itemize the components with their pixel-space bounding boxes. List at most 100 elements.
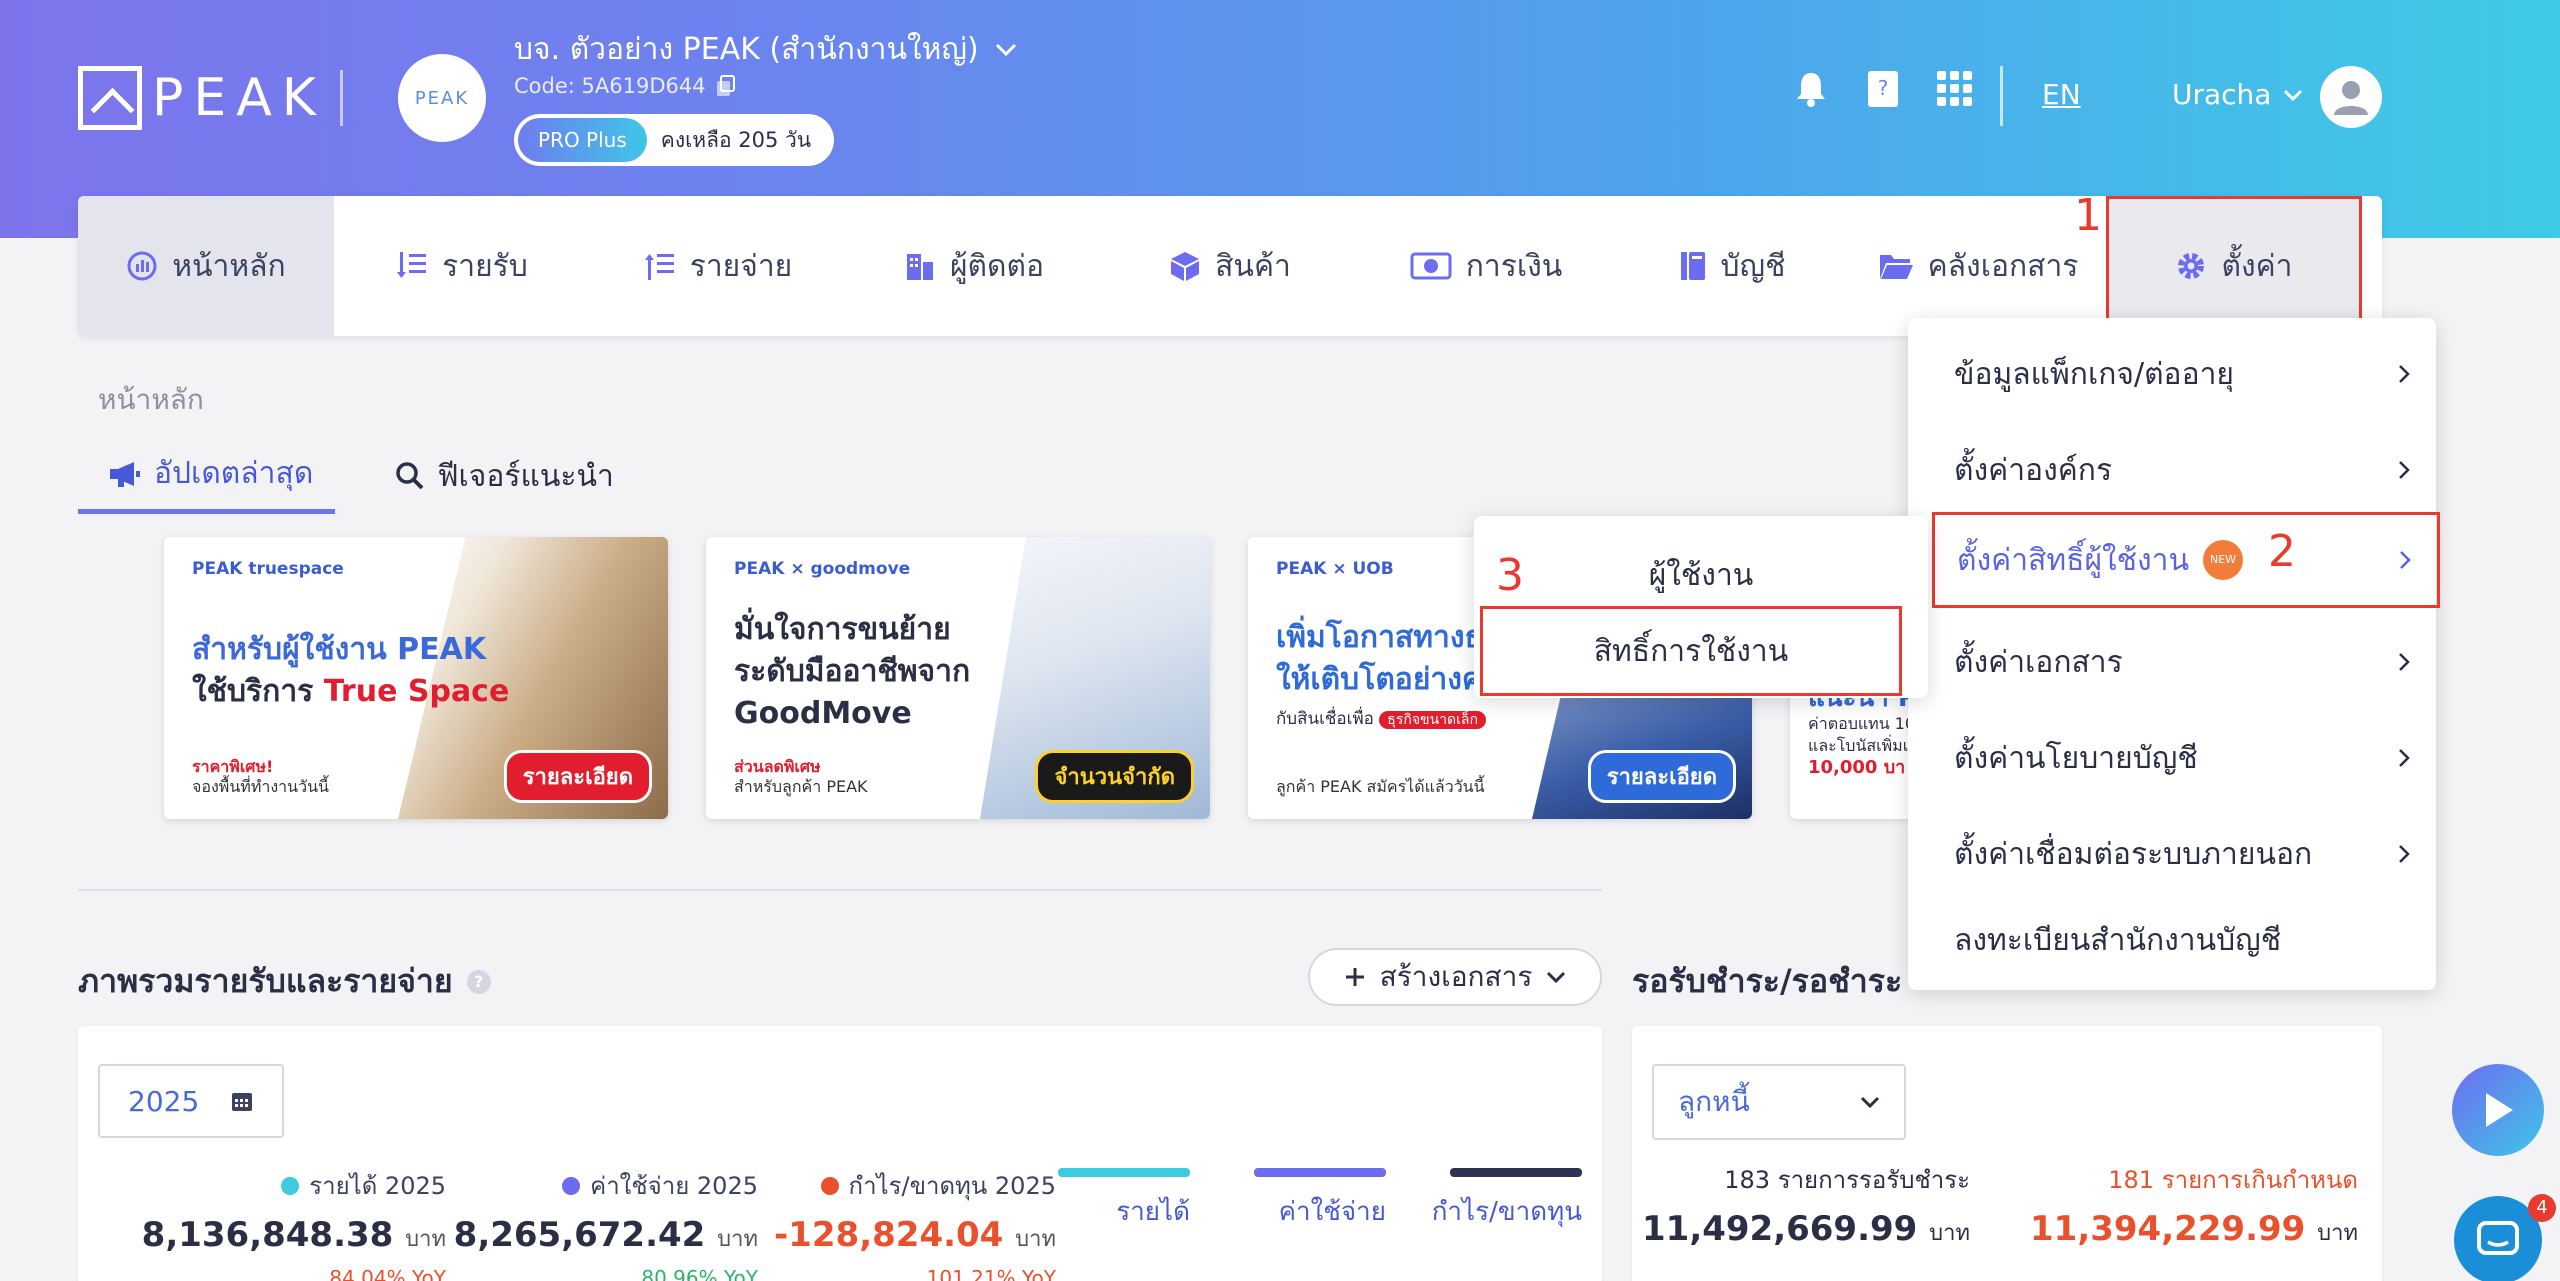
banner-sub-line: 10,000 บา <box>1808 757 1906 778</box>
language-switch[interactable]: EN <box>2042 78 2081 111</box>
create-document-label: สร้างเอกสาร <box>1379 960 1533 993</box>
banner-headline: เพิ่มโอกาสทางธุร ให้เติบโตอย่างคล่ <box>1276 617 1500 701</box>
nav-home[interactable]: หน้าหลัก <box>78 196 334 336</box>
company-selector[interactable]: บจ. ตัวอย่าง PEAK (สำนักงานใหญ่) <box>514 26 1017 73</box>
stat-yoy: 84.04% YoY <box>329 1266 446 1281</box>
menu-item-user-permissions[interactable]: ตั้งค่าสิทธิ์ผู้ใช้งาน NEW <box>1932 512 2440 608</box>
overview-title-text: ภาพรวมรายรับและรายจ่าย <box>78 962 453 1000</box>
plan-pill[interactable]: PRO Plus คงเหลือ 205 วัน <box>514 114 834 166</box>
pending-summary[interactable]: 183 รายการรอรับชำระ 11,492,669.99 บาท <box>1642 1160 1970 1250</box>
company-name: บจ. ตัวอย่าง PEAK (สำนักงานใหญ่) <box>514 32 979 67</box>
nav-label: ตั้งค่า <box>2221 248 2293 284</box>
bell-icon[interactable] <box>1790 68 1832 110</box>
nav-contacts[interactable]: ผู้ติดต่อ <box>846 196 1102 336</box>
apps-grid-icon[interactable] <box>1934 68 1976 110</box>
pending-label: 183 รายการรอรับชำระ <box>1724 1166 1970 1194</box>
create-document-button[interactable]: สร้างเอกสาร <box>1308 948 1602 1006</box>
nav-accounting[interactable]: บัญชี <box>1614 196 1850 336</box>
expense-icon <box>644 250 676 282</box>
chevron-right-icon <box>2399 749 2410 767</box>
banner-sub-line: ราคาพิเศษ! <box>192 757 274 776</box>
nav-income[interactable]: รายรับ <box>334 196 590 336</box>
tab-latest-updates[interactable]: อัปเดตล่าสุด <box>78 450 336 514</box>
overdue-value: 11,394,229.99 <box>2030 1209 2306 1249</box>
banner-tag: ธุรกิจขนาดเล็ก <box>1379 711 1486 729</box>
help-icon[interactable]: ? <box>466 969 491 994</box>
chevron-down-icon <box>1860 1096 1880 1108</box>
contacts-icon <box>904 250 936 282</box>
legend-dot <box>562 1176 581 1195</box>
menu-item-organization[interactable]: ตั้งค่าองค์กร <box>1908 422 2436 518</box>
stat-value: 8,136,848.38 <box>141 1215 394 1255</box>
nav-documents[interactable]: คลังเอกสาร <box>1850 196 2106 336</box>
legend-expense[interactable]: ค่าใช้จ่าย <box>1254 1168 1386 1232</box>
calendar-icon <box>232 1093 252 1111</box>
header-icons: ? <box>1790 68 1976 110</box>
menu-item-label: ลงทะเบียนสำนักงานบัญชี <box>1954 922 2282 958</box>
peak-logo[interactable]: PEAK <box>78 66 326 130</box>
nav-label: ผู้ติดต่อ <box>949 248 1045 284</box>
menu-item-label: ตั้งค่าสิทธิ์ผู้ใช้งาน <box>1957 542 2190 578</box>
banner-headline-line: ให้เติบโตอย่างคล่ <box>1276 662 1501 697</box>
help-book-icon[interactable]: ? <box>1862 68 1904 110</box>
menu-item-package[interactable]: ข้อมูลแพ็กเกจ/ต่ออายุ <box>1908 326 2436 422</box>
avatar[interactable] <box>2320 66 2382 128</box>
plan-badge: PRO Plus <box>518 118 647 162</box>
legend-label: ค่าใช้จ่าย <box>1278 1197 1386 1227</box>
nav-label: รายรับ <box>442 248 528 284</box>
nav-label: บัญชี <box>1720 248 1786 284</box>
nav-settings[interactable]: ตั้งค่า <box>2106 196 2362 336</box>
submenu-item-access-rights[interactable]: สิทธิ์การใช้งาน <box>1480 606 1902 696</box>
nav-label: การเงิน <box>1465 248 1563 284</box>
banner-brand: PEAK × UOB <box>1276 559 1394 579</box>
banner-brand: PEAK × goodmove <box>734 559 911 579</box>
menu-item-integrations[interactable]: ตั้งค่าเชื่อมต่อระบบภายนอก <box>1908 806 2436 902</box>
megaphone-icon <box>110 461 140 487</box>
year-picker[interactable]: 2025 <box>98 1064 284 1138</box>
menu-item-documents[interactable]: ตั้งค่าเอกสาร <box>1908 614 2436 710</box>
nav-label: หน้าหลัก <box>172 248 286 284</box>
banner-limited-button[interactable]: จำนวนจำกัด <box>1035 750 1194 803</box>
annotation-step-3: 3 <box>1496 550 1524 601</box>
chevron-down-icon <box>995 43 1016 56</box>
stat-profit: กำไร/ขาดทุน 2025 -128,824.04 บาท 101.21%… <box>774 1166 1056 1281</box>
banner-sub-line: ลูกค้า PEAK สมัครได้แล้ววันนี้ <box>1276 777 1485 796</box>
banner-sub-line: สำหรับลูกค้า PEAK <box>734 777 868 796</box>
stat-unit: บาท <box>405 1227 446 1252</box>
banner-headline-line: ใช้บริการ <box>192 674 314 709</box>
menu-item-label: ตั้งค่าเชื่อมต่อระบบภายนอก <box>1954 836 2313 872</box>
legend-bar <box>1450 1168 1582 1177</box>
nav-products[interactable]: สินค้า <box>1102 196 1358 336</box>
menu-item-label: ตั้งค่านโยบายบัญชี <box>1954 740 2198 776</box>
banner-subtext: ค่าตอบแทน 10 และโบนัสเพิ่มเติ 10,000 บา <box>1808 713 1919 779</box>
promo-banner-goodmove[interactable]: PEAK × goodmove มั่นใจการขนย้าย ระดับมือ… <box>706 537 1210 819</box>
stat-value: -128,824.04 <box>774 1215 1004 1255</box>
banner-sub-line: กับสินเชื่อเพื่อ <box>1276 709 1374 729</box>
user-menu[interactable]: Uracha <box>2172 78 2303 111</box>
annotation-step-2: 2 <box>2268 526 2296 577</box>
breadcrumb: หน้าหลัก <box>98 383 204 416</box>
receivables-card: ลูกหนี้ 183 รายการรอรับชำระ 11,492,669.9… <box>1632 1026 2382 1281</box>
overdue-summary[interactable]: 181 รายการเกินกำหนด 11,394,229.99 บาท <box>2030 1160 2358 1250</box>
nav-expense[interactable]: รายจ่าย <box>590 196 846 336</box>
nav-finance[interactable]: การเงิน <box>1358 196 1614 336</box>
user-name: Uracha <box>2172 78 2272 111</box>
company-avatar[interactable]: PEAK <box>398 54 486 142</box>
promo-banner-truespace[interactable]: PEAK truespace สำหรับผู้ใช้งาน PEAK ใช้บ… <box>164 537 668 819</box>
svg-text:?: ? <box>1878 76 1889 100</box>
stat-yoy: 80.96% YoY <box>641 1266 758 1281</box>
chevron-right-icon <box>2399 845 2410 863</box>
menu-item-accounting-policy[interactable]: ตั้งค่านโยบายบัญชี <box>1908 710 2436 806</box>
banner-details-button[interactable]: รายละเอียด <box>1587 750 1736 803</box>
video-play-button[interactable] <box>2452 1064 2544 1156</box>
debtor-select-value: ลูกหนี้ <box>1678 1085 1750 1118</box>
debtor-select[interactable]: ลูกหนี้ <box>1652 1064 1906 1140</box>
legend-profit[interactable]: กำไร/ขาดทุน <box>1432 1168 1582 1232</box>
banner-details-button[interactable]: รายละเอียด <box>503 750 652 803</box>
copy-icon[interactable] <box>716 75 736 97</box>
tab-featured[interactable]: ฟีเจอร์แนะนำ <box>365 450 636 514</box>
legend-revenue[interactable]: รายได้ <box>1058 1168 1190 1232</box>
menu-item-register-accounting-firm[interactable]: ลงทะเบียนสำนักงานบัญชี <box>1908 892 2436 988</box>
legend-dot <box>281 1176 300 1195</box>
year-value: 2025 <box>128 1084 200 1118</box>
